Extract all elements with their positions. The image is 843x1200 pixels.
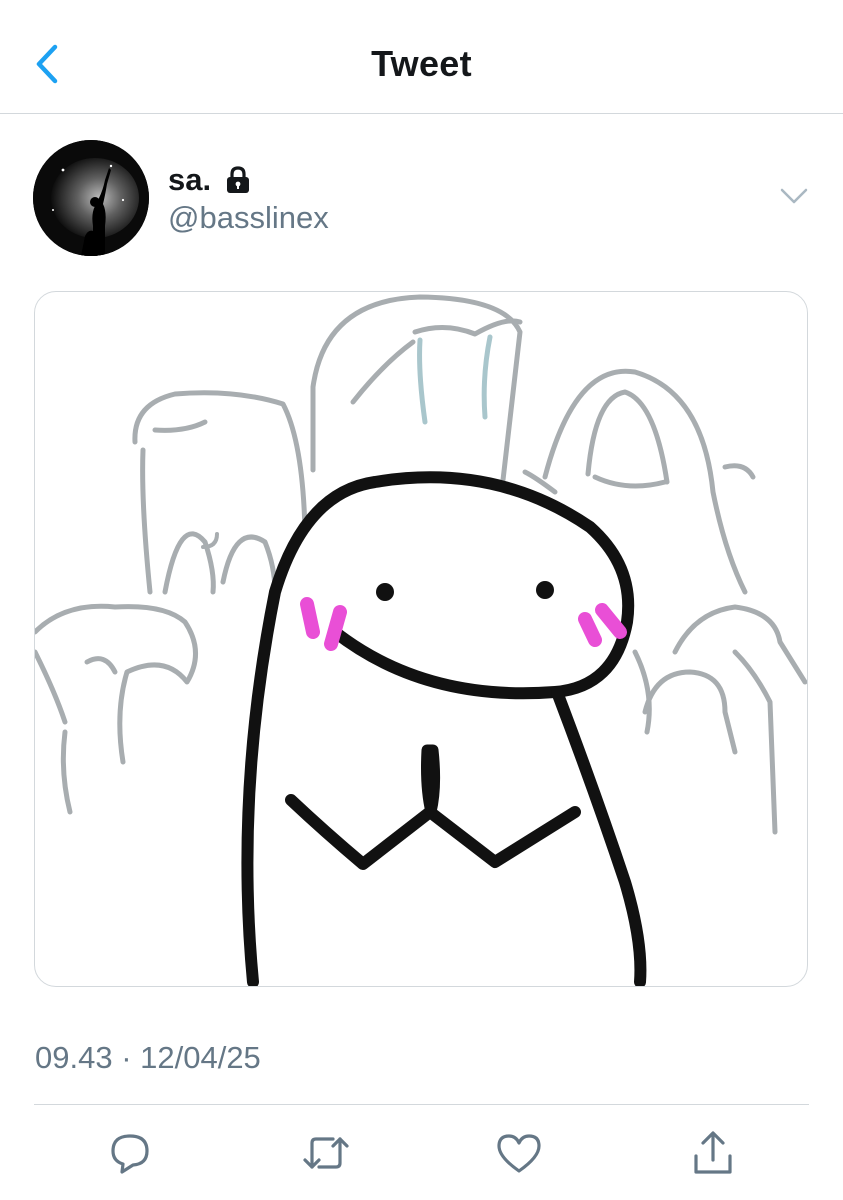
display-name[interactable]: sa.: [168, 162, 211, 198]
like-button[interactable]: [494, 1128, 544, 1178]
meme-illustration: [35, 294, 807, 986]
chevron-down-icon: [780, 188, 808, 204]
tweet-timestamp: 09.43 · 12/04/25: [35, 1040, 261, 1075]
page-title: Tweet: [371, 43, 472, 84]
reply-button[interactable]: [105, 1128, 155, 1178]
reply-icon: [111, 1134, 149, 1174]
tweet-action-bar: [0, 1128, 843, 1178]
avatar-image: [33, 140, 149, 256]
more-options-button[interactable]: [776, 182, 812, 210]
share-icon: [694, 1131, 732, 1174]
author-name-row: sa.: [168, 162, 251, 198]
tweet-media-image[interactable]: [34, 291, 808, 987]
divider: [34, 1104, 809, 1105]
top-navigation-bar: Tweet: [0, 0, 843, 114]
share-button[interactable]: [688, 1128, 738, 1178]
avatar[interactable]: [33, 140, 149, 256]
retweet-button[interactable]: [301, 1128, 351, 1178]
retweet-icon: [303, 1137, 349, 1169]
heart-icon: [497, 1134, 541, 1173]
user-handle[interactable]: @basslinex: [168, 200, 329, 236]
lock-icon: [225, 166, 251, 194]
